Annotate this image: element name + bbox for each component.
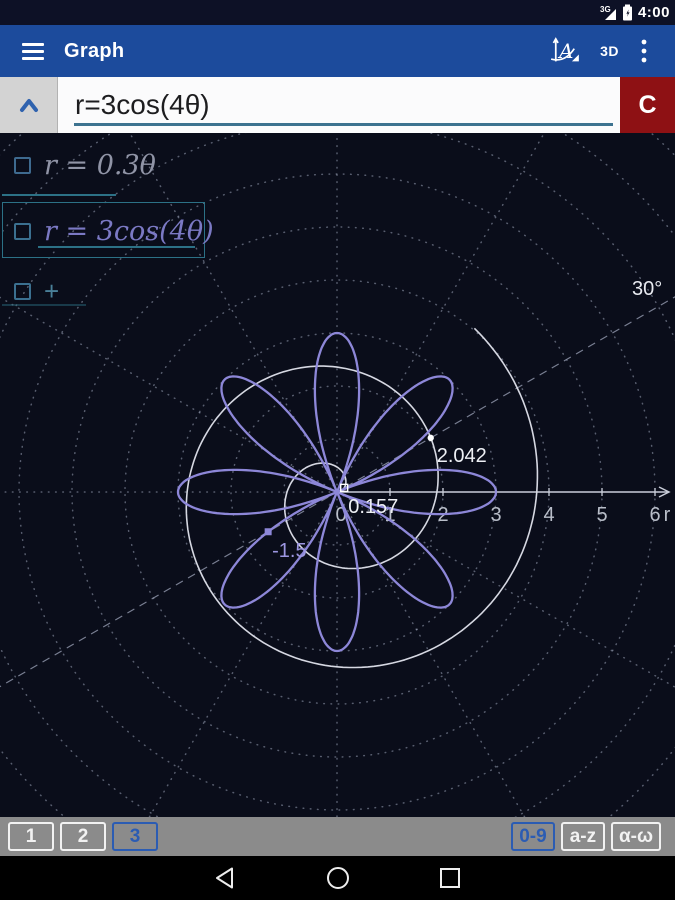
trace-function-icon[interactable]: A (550, 36, 580, 66)
svg-text:3G: 3G (600, 5, 611, 14)
menu-icon[interactable] (22, 43, 44, 60)
checkbox[interactable] (14, 157, 31, 174)
graph-area[interactable]: 0123456r2.0420.157-1.530° r = 0.3θ r = 3… (0, 133, 675, 817)
page-title: Graph (64, 40, 124, 63)
divider (2, 304, 86, 306)
chevron-up-icon (16, 97, 42, 113)
app-screen: 3G 4:00 Graph A 3D (0, 0, 675, 900)
expression-text: r=3cos(4θ) (75, 89, 210, 121)
checkbox[interactable] (14, 283, 31, 300)
keypad-numeric-button[interactable]: 0-9 (511, 822, 555, 851)
back-icon[interactable] (213, 865, 239, 891)
keypad-page-2-button[interactable]: 2 (60, 822, 106, 851)
app-bar: Graph A 3D (0, 25, 675, 77)
keypad-greek-button[interactable]: α-ω (611, 822, 661, 851)
input-underline (74, 123, 613, 126)
mode-3d-button[interactable]: 3D (600, 43, 619, 59)
home-icon[interactable] (325, 865, 351, 891)
add-expression-label[interactable]: + (44, 276, 59, 307)
status-bar: 3G 4:00 (0, 0, 675, 25)
overflow-menu-icon[interactable] (639, 37, 649, 65)
expression-label[interactable]: r = 3cos(4θ) (44, 216, 214, 247)
android-nav-bar (0, 856, 675, 900)
expression-input-row: r=3cos(4θ) C (0, 77, 675, 133)
expression-panel: r = 0.3θ r = 3cos(4θ) + (0, 133, 675, 817)
expression-item-1[interactable]: r = 0.3θ (14, 147, 156, 183)
keypad-latin-button[interactable]: a-z (561, 822, 605, 851)
checkbox[interactable] (14, 223, 31, 240)
expression-label[interactable]: r = 0.3θ (44, 150, 156, 181)
status-time: 4:00 (638, 4, 670, 21)
keyboard-toolbar: 1 2 3 0-9 a-z α-ω (0, 817, 675, 856)
clear-button[interactable]: C (620, 77, 675, 133)
signal-3g-icon: 3G (600, 4, 617, 21)
expression-item-2[interactable]: r = 3cos(4θ) (14, 213, 214, 249)
keypad-page-1-button[interactable]: 1 (8, 822, 54, 851)
collapse-button[interactable] (0, 77, 58, 133)
expression-input[interactable]: r=3cos(4θ) (58, 77, 620, 133)
divider (2, 194, 116, 196)
recents-icon[interactable] (437, 865, 463, 891)
battery-icon (622, 4, 633, 21)
keypad-page-3-button[interactable]: 3 (112, 822, 158, 851)
divider (38, 246, 195, 248)
